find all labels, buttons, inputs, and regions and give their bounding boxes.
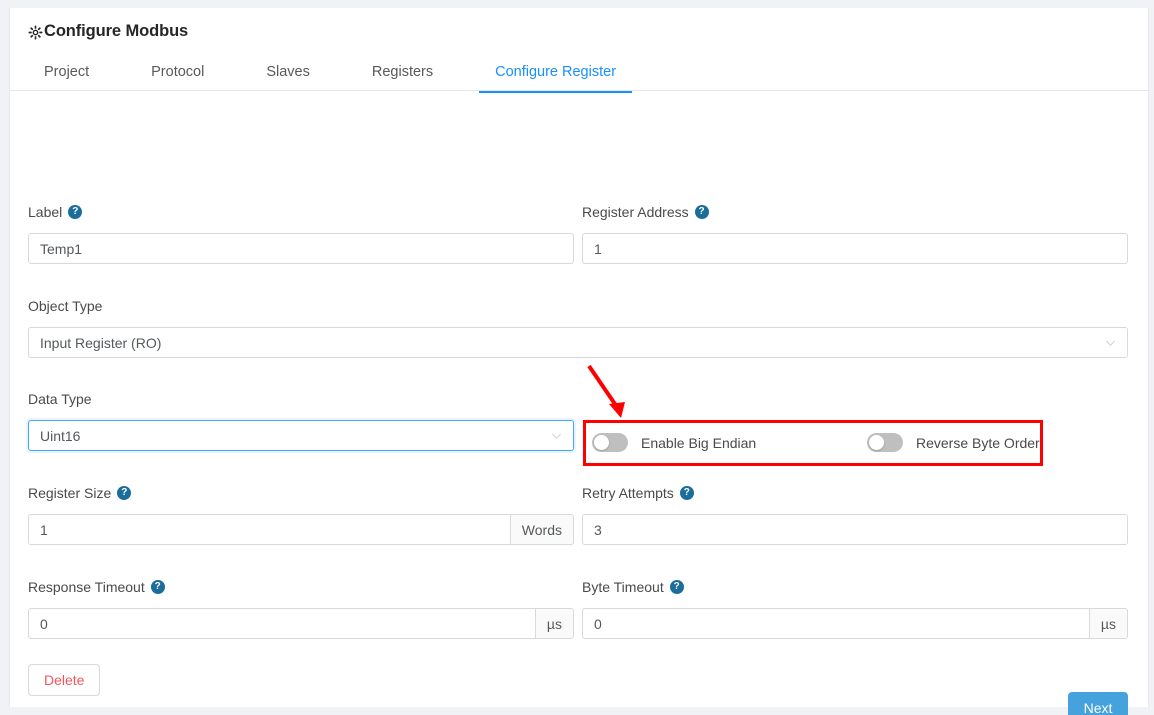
tab-project-label: Project	[44, 64, 90, 80]
retry-attempts-label: Retry Attempts ?	[582, 485, 694, 501]
big-endian-label: Enable Big Endian	[641, 434, 757, 451]
byte-timeout-input[interactable]	[582, 608, 1089, 639]
register-address-label: Register Address ?	[582, 204, 709, 220]
big-endian-switch-knob	[594, 435, 609, 450]
tab-slaves-label: Slaves	[266, 64, 310, 80]
retry-attempts-label-text: Retry Attempts	[582, 485, 674, 501]
delete-button-label: Delete	[44, 672, 85, 688]
label-field-label-text: Label	[28, 204, 63, 220]
register-size-label-text: Register Size	[28, 485, 112, 501]
help-icon-register-size[interactable]: ?	[117, 486, 132, 500]
response-timeout-label-text: Response Timeout	[28, 579, 145, 595]
reverse-byte-order-switch-knob	[869, 435, 884, 450]
tab-project[interactable]: Project	[28, 53, 105, 92]
register-address-label-text: Register Address	[582, 204, 689, 220]
data-type-label: Data Type	[28, 391, 92, 407]
help-icon-label[interactable]: ?	[68, 205, 83, 219]
object-type-label-text: Object Type	[28, 298, 103, 314]
register-address-input[interactable]	[582, 233, 1128, 264]
response-timeout-group: µs	[28, 608, 574, 639]
tab-protocol[interactable]: Protocol	[135, 53, 220, 92]
tab-bar: Project Protocol Slaves Registers Config…	[28, 53, 632, 93]
byte-timeout-unit: µs	[1088, 608, 1128, 639]
help-icon-byte-timeout[interactable]: ?	[669, 580, 684, 594]
response-timeout-input[interactable]	[28, 608, 535, 639]
label-input[interactable]	[28, 233, 574, 264]
data-type-label-text: Data Type	[28, 391, 92, 407]
big-endian-switch[interactable]	[592, 433, 628, 452]
chevron-down-icon	[1105, 337, 1116, 348]
byte-timeout-label: Byte Timeout ?	[582, 579, 684, 595]
configure-modbus-card: Configure Modbus Project Protocol Slaves…	[9, 8, 1149, 715]
object-type-label: Object Type	[28, 298, 102, 314]
object-type-select[interactable]: Input Register (RO)	[28, 327, 1128, 358]
gear-icon	[28, 25, 43, 40]
tab-slaves[interactable]: Slaves	[250, 53, 326, 92]
register-size-group: Words	[28, 514, 574, 545]
help-icon-register-address[interactable]: ?	[694, 205, 709, 219]
help-icon-retry-attempts[interactable]: ?	[679, 486, 694, 500]
annotation-arrow-icon	[587, 364, 625, 418]
byte-timeout-group: µs	[582, 608, 1128, 639]
tab-protocol-label: Protocol	[151, 64, 205, 80]
data-type-select[interactable]: Uint16	[28, 420, 574, 451]
retry-attempts-input[interactable]	[582, 514, 1128, 545]
next-button-label: Next	[1083, 700, 1113, 715]
big-endian-toggle-row: Enable Big Endian	[592, 433, 756, 452]
app-window: Configure Modbus Project Protocol Slaves…	[0, 0, 1154, 715]
card-header: Configure Modbus Project Protocol Slaves…	[10, 8, 1148, 93]
register-size-unit: Words	[509, 514, 574, 545]
register-size-input[interactable]	[28, 514, 510, 545]
tab-configure-register[interactable]: Configure Register	[479, 53, 632, 93]
page-title: Configure Modbus	[28, 22, 188, 41]
label-field-label: Label ?	[28, 204, 83, 220]
reverse-byte-order-toggle-row: Reverse Byte Order	[867, 433, 1040, 452]
tab-registers-label: Registers	[371, 64, 434, 80]
reverse-byte-order-switch[interactable]	[867, 433, 903, 452]
reverse-byte-order-label: Reverse Byte Order	[916, 434, 1040, 451]
page-title-text: Configure Modbus	[44, 22, 189, 40]
chevron-down-icon	[551, 430, 562, 441]
byte-timeout-label-text: Byte Timeout	[582, 579, 664, 595]
tab-registers[interactable]: Registers	[356, 53, 449, 92]
response-timeout-unit: µs	[534, 608, 574, 639]
next-button[interactable]: Next	[1068, 692, 1128, 715]
object-type-value: Input Register (RO)	[40, 334, 162, 351]
register-size-label: Register Size ?	[28, 485, 132, 501]
response-timeout-label: Response Timeout ?	[28, 579, 165, 595]
delete-button[interactable]: Delete	[28, 664, 101, 696]
help-icon-response-timeout[interactable]: ?	[150, 580, 165, 594]
tab-configure-register-label: Configure Register	[495, 64, 617, 80]
data-type-value: Uint16	[40, 427, 81, 444]
